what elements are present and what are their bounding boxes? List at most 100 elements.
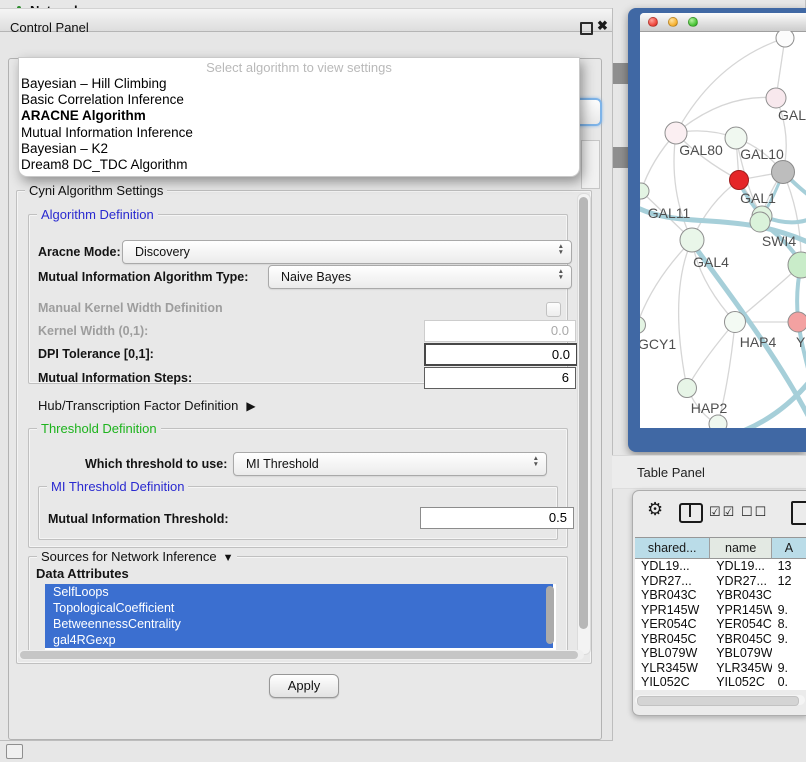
- network-window-titlebar[interactable]: [640, 13, 806, 32]
- cyni-settings-title: Cyni Algorithm Settings: [25, 183, 167, 198]
- column-header[interactable]: shared...: [635, 537, 710, 559]
- algorithm-option[interactable]: Mutual Information Inference: [19, 125, 579, 141]
- table-row[interactable]: YDL19...YDL19...13: [635, 559, 806, 574]
- threshold-definition-title: Threshold Definition: [37, 421, 161, 436]
- aracne-mode-label: Aracne Mode:: [38, 245, 121, 260]
- column-header[interactable]: name: [710, 537, 771, 559]
- node-label: HAP4: [740, 334, 777, 350]
- table-row[interactable]: YBR045CYBR045C9.: [635, 632, 806, 647]
- node-hap4[interactable]: [725, 312, 746, 333]
- node-hap2[interactable]: [678, 379, 697, 398]
- node-red[interactable]: [730, 171, 749, 190]
- mi-threshold-field[interactable]: 0.5: [420, 507, 574, 529]
- columns-icon[interactable]: [679, 503, 703, 523]
- node-label: HAP2: [691, 400, 728, 416]
- sources-group-title[interactable]: Sources for Network Inference▼: [37, 549, 237, 566]
- algorithm-option[interactable]: Basic Correlation Inference: [19, 92, 579, 108]
- minimize-window-icon[interactable]: [668, 17, 678, 27]
- table-header-row: shared...nameA: [635, 537, 806, 559]
- network-canvas[interactable]: GAL80GAL10GALGAL1GAL11GAL4SWI4HAP4YGCY1H…: [640, 31, 806, 428]
- deselect-all-checkboxes-icon[interactable]: ☐☐: [741, 504, 768, 520]
- node-label: GAL10: [740, 146, 784, 162]
- attribute-item[interactable]: BetweennessCentrality: [45, 616, 553, 632]
- table-cell: [772, 588, 806, 603]
- node-swi4[interactable]: [750, 212, 770, 232]
- node-gcy1[interactable]: [640, 317, 646, 334]
- dpi-tolerance-field[interactable]: 0.0: [424, 343, 578, 366]
- apply-button[interactable]: Apply: [269, 674, 339, 698]
- node-pink-top[interactable]: [766, 88, 786, 108]
- gear-icon[interactable]: ⚙: [647, 499, 663, 520]
- table-row[interactable]: YPR145WYPR145W9.: [635, 603, 806, 618]
- mi-steps-field[interactable]: 6: [424, 367, 576, 389]
- node-salmon[interactable]: [788, 312, 806, 332]
- dpi-tolerance-label: DPI Tolerance [0,1]:: [38, 347, 154, 362]
- attribute-item[interactable]: TopologicalCoefficient: [45, 600, 553, 616]
- data-attributes-items: SelfLoopsTopologicalCoefficientBetweenne…: [45, 584, 556, 648]
- node-label: GAL1: [740, 190, 776, 206]
- table-cell: YDL19...: [635, 559, 710, 574]
- settings-vscroll-thumb[interactable]: [579, 197, 588, 629]
- node-bottom-partial[interactable]: [709, 415, 727, 428]
- algorithm-option[interactable]: Dream8 DC_TDC Algorithm: [19, 157, 579, 173]
- settings-vertical-scrollbar[interactable]: [577, 193, 591, 655]
- table-row[interactable]: YBL079WYBL079W: [635, 646, 806, 661]
- close-window-icon[interactable]: [648, 17, 658, 27]
- mi-threshold-group-title: MI Threshold Definition: [47, 479, 188, 494]
- algorithm-list: Bayesian – Hill ClimbingBasic Correlatio…: [19, 76, 579, 173]
- table-cell: 9.: [772, 661, 806, 676]
- table-row[interactable]: YDR27...YDR27...12: [635, 574, 806, 589]
- attribute-item[interactable]: SelfLoops: [45, 584, 553, 600]
- table-cell: YBR045C: [710, 632, 771, 647]
- hub-definition-label: Hub/Transcription Factor Definition: [38, 398, 238, 413]
- attributes-scrollbar-thumb[interactable]: [546, 586, 554, 644]
- attribute-item[interactable]: gal4RGexp: [45, 632, 553, 648]
- algorithm-option[interactable]: Bayesian – K2: [19, 141, 579, 157]
- table-cell: YLR345W: [635, 661, 710, 676]
- table-hscroll-thumb[interactable]: [637, 696, 799, 706]
- control-panel-titlebar: Control Panel ✖: [0, 8, 612, 32]
- which-threshold-select[interactable]: MI Threshold ▲▼: [233, 452, 547, 476]
- table-cell: YER054C: [710, 617, 771, 632]
- table-cell: YBR045C: [635, 632, 710, 647]
- table-body: YDL19...YDL19...13YDR27...YDR27...12YBR0…: [635, 559, 806, 690]
- data-attributes-list: SelfLoopsTopologicalCoefficientBetweenne…: [45, 584, 556, 650]
- node-gal80[interactable]: [665, 122, 687, 144]
- node-label: GAL4: [693, 254, 729, 270]
- table-row[interactable]: YBR043CYBR043C: [635, 588, 806, 603]
- table-row[interactable]: YLR345WYLR345W9.: [635, 661, 806, 676]
- network-edge[interactable]: [676, 38, 785, 133]
- network-edge[interactable]: [640, 240, 692, 325]
- table-horizontal-scrollbar[interactable]: [635, 695, 805, 705]
- close-panel-icon[interactable]: ✖: [597, 18, 608, 34]
- zoom-window-icon[interactable]: [688, 17, 698, 27]
- node-top-partial[interactable]: [776, 31, 794, 47]
- network-view-window[interactable]: GAL80GAL10GALGAL1GAL11GAL4SWI4HAP4YGCY1H…: [640, 13, 806, 428]
- settings-hscroll-thumb[interactable]: [20, 651, 578, 659]
- collapsed-panel-button[interactable]: [6, 744, 23, 759]
- table-row[interactable]: YER054CYER054C8.: [635, 617, 806, 632]
- network-edge[interactable]: [676, 97, 776, 133]
- column-header[interactable]: A: [772, 537, 806, 559]
- manual-kernel-checkbox[interactable]: [546, 302, 561, 317]
- node-label: Y: [796, 334, 806, 350]
- table-panel-title: Table Panel: [637, 465, 705, 480]
- settings-horizontal-scrollbar[interactable]: [18, 650, 584, 660]
- node-gray[interactable]: [772, 161, 795, 184]
- network-edge[interactable]: [679, 240, 692, 388]
- select-all-checkboxes-icon[interactable]: ☑☑: [709, 504, 736, 520]
- table-row[interactable]: YIL052CYIL052C0.: [635, 675, 806, 690]
- table-cell: YIL052C: [635, 675, 710, 690]
- hub-definition-toggle[interactable]: Hub/Transcription Factor Definition▶: [38, 398, 256, 414]
- table-cell: 0.: [772, 675, 806, 690]
- algorithm-option[interactable]: ARACNE Algorithm: [19, 108, 579, 124]
- document-icon[interactable]: [791, 501, 806, 525]
- mi-type-select[interactable]: Naive Bayes ▲▼: [268, 265, 572, 289]
- float-window-button[interactable]: [580, 22, 593, 35]
- control-panel-title: Control Panel: [10, 20, 89, 35]
- node-gal4[interactable]: [680, 228, 704, 252]
- aracne-mode-select[interactable]: Discovery ▲▼: [122, 240, 572, 264]
- table-cell: YDR27...: [635, 574, 710, 589]
- algorithm-option[interactable]: Bayesian – Hill Climbing: [19, 76, 579, 92]
- kernel-width-field[interactable]: 0.0: [424, 320, 576, 342]
